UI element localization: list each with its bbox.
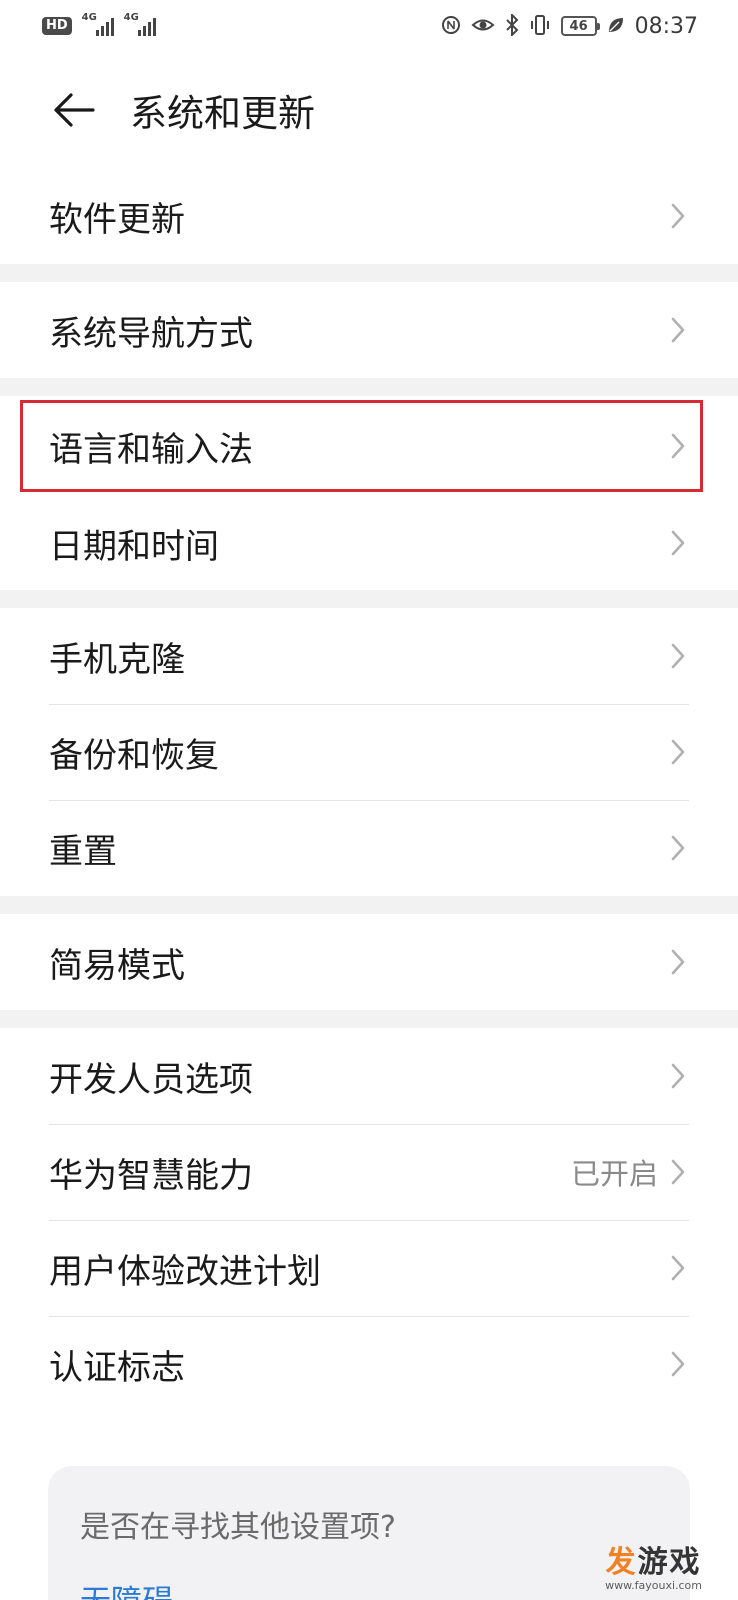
row-simple-mode[interactable]: 简易模式	[0, 914, 738, 1010]
back-arrow-icon	[54, 93, 95, 127]
row-label: 备份和恢复	[49, 735, 219, 776]
row-label: 开发人员选项	[49, 1059, 253, 1100]
status-bar: HD 4G 4G 46 08:37	[0, 0, 738, 52]
accessibility-link[interactable]: 无障碍	[80, 1576, 173, 1600]
group-software-update: 软件更新	[0, 168, 738, 264]
row-status-value: 已开启	[570, 1157, 658, 1191]
suggestion-card: 是否在寻找其他设置项? 无障碍	[48, 1466, 690, 1600]
row-phone-clone[interactable]: 手机克隆	[0, 608, 738, 704]
chevron-right-icon	[671, 1159, 685, 1185]
chevron-right-icon	[671, 1351, 685, 1377]
group-navigation: 系统导航方式	[0, 282, 738, 378]
hd-badge: HD	[42, 17, 72, 35]
eye-comfort-icon	[471, 16, 495, 37]
row-label: 重置	[49, 831, 117, 872]
row-label: 华为智慧能力	[49, 1155, 253, 1196]
section-gap	[0, 896, 738, 914]
row-label: 日期和时间	[49, 526, 219, 567]
row-developer-options[interactable]: 开发人员选项	[0, 1028, 738, 1124]
row-label: 认证标志	[49, 1347, 185, 1388]
screen: HD 4G 4G 46 08:37 系统和更新 软件更新 系统导航方式 语言和输…	[0, 0, 738, 1600]
chevron-right-icon	[671, 949, 685, 975]
chevron-right-icon	[671, 1255, 685, 1281]
row-software-update[interactable]: 软件更新	[0, 168, 738, 264]
row-date-time[interactable]: 日期和时间	[0, 496, 738, 590]
row-user-experience[interactable]: 用户体验改进计划	[0, 1220, 738, 1316]
row-certification[interactable]: 认证标志	[0, 1316, 738, 1412]
chevron-right-icon	[671, 317, 685, 343]
group-clone-backup: 手机克隆 备份和恢复 重置	[0, 608, 738, 896]
row-huawei-intelligence[interactable]: 华为智慧能力 已开启	[0, 1124, 738, 1220]
page-title: 系统和更新	[130, 92, 315, 135]
sim1-signal-icon: 4G	[82, 12, 114, 36]
sim1-network-type: 4G	[81, 12, 97, 23]
suggestion-title: 是否在寻找其他设置项?	[80, 1510, 396, 1545]
settings-list: 软件更新 系统导航方式 语言和输入法 日期和时间 手机克隆 备份和恢复 重置 简…	[0, 168, 738, 1412]
sim2-signal-icon: 4G	[124, 12, 156, 36]
chevron-right-icon	[671, 835, 685, 861]
chevron-right-icon	[671, 739, 685, 765]
row-label: 用户体验改进计划	[49, 1251, 321, 1292]
chevron-right-icon	[671, 530, 685, 556]
back-button[interactable]	[44, 80, 104, 140]
chevron-right-icon	[671, 433, 685, 459]
bluetooth-icon	[505, 12, 519, 39]
clock: 08:37	[634, 13, 698, 39]
status-left: HD 4G 4G	[42, 12, 156, 36]
nfc-icon	[441, 15, 461, 38]
vibrate-icon	[529, 14, 551, 39]
battery-icon: 46	[560, 16, 600, 36]
chevron-right-icon	[671, 1063, 685, 1089]
group-language-date: 语言和输入法 日期和时间	[0, 396, 738, 590]
row-label: 系统导航方式	[49, 313, 253, 354]
row-reset[interactable]: 重置	[0, 800, 738, 896]
section-gap	[0, 378, 738, 396]
row-system-navigation[interactable]: 系统导航方式	[0, 282, 738, 378]
sim2-network-type: 4G	[123, 12, 139, 23]
row-label: 简易模式	[49, 945, 185, 986]
group-developer: 开发人员选项 华为智慧能力 已开启 用户体验改进计划 认证标志	[0, 1028, 738, 1412]
chevron-right-icon	[671, 643, 685, 669]
watermark-text: 发游戏	[605, 1545, 702, 1580]
row-label: 手机克隆	[49, 639, 185, 680]
group-simple-mode: 简易模式	[0, 914, 738, 1010]
status-right: 46 08:37	[441, 12, 698, 39]
section-gap	[0, 590, 738, 608]
row-label: 语言和输入法	[49, 429, 253, 470]
row-language-input[interactable]: 语言和输入法	[0, 396, 738, 496]
row-backup-restore[interactable]: 备份和恢复	[0, 704, 738, 800]
section-gap	[0, 1010, 738, 1028]
leaf-icon	[607, 16, 625, 37]
chevron-right-icon	[671, 203, 685, 229]
row-label: 软件更新	[49, 199, 185, 240]
watermark-url: www.fayouxi.com	[605, 1579, 702, 1592]
header: 系统和更新	[0, 70, 738, 150]
section-gap	[0, 264, 738, 282]
watermark-logo: 发游戏 www.fayouxi.com	[605, 1537, 702, 1592]
